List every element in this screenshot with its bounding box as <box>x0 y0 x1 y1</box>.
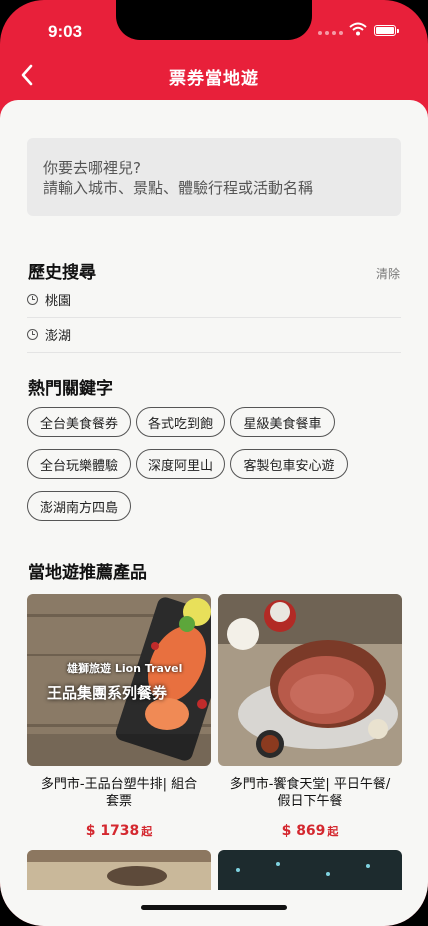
product-card-partial[interactable] <box>27 850 211 890</box>
keyword-tag[interactable]: 全台玩樂體驗 <box>27 449 131 479</box>
page-title: 票券當地遊 <box>169 69 259 89</box>
product-price: $ 1738 起 <box>27 823 211 839</box>
product-title-line: 多門市-王品台塑牛排| 組合 <box>40 777 198 792</box>
status-time: 9:03 <box>48 22 83 41</box>
price-value: $ 869 <box>281 823 326 839</box>
product-photo <box>218 594 402 766</box>
content-sheet: 你要去哪裡兒? 請輸入城市、景點、體驗行程或活動名稱 歷史搜尋 清除 桃園 澎湖… <box>0 100 428 926</box>
product-image <box>218 594 402 766</box>
product-image: 雄獅旅遊 Lion Travel 王品集團系列餐券 <box>27 594 211 766</box>
search-placeholder: 請輸入城市、景點、體驗行程或活動名稱 <box>43 179 314 197</box>
product-photo <box>27 594 211 766</box>
history-item-label: 桃園 <box>45 294 72 309</box>
product-price: $ 869 起 <box>218 823 402 839</box>
product-card-partial[interactable] <box>218 850 402 890</box>
product-card[interactable]: 多門市-饗食天堂| 平日午餐/ 假日下午餐 $ 869 起 <box>218 594 402 839</box>
price-unit: 起 <box>141 825 153 838</box>
history-item[interactable]: 桃園 <box>27 282 401 318</box>
product-title: 多門市-饗食天堂| 平日午餐/ 假日下午餐 <box>218 776 402 810</box>
keywords-title: 熱門關鍵字 <box>28 379 113 399</box>
product-title-line: 套票 <box>105 794 132 809</box>
product-image-caption: 王品集團系列餐券 <box>47 684 168 702</box>
home-indicator[interactable] <box>141 905 287 910</box>
product-title-line: 假日下午餐 <box>277 794 343 809</box>
search-input[interactable]: 你要去哪裡兒? 請輸入城市、景點、體驗行程或活動名稱 <box>27 138 401 216</box>
search-prompt: 你要去哪裡兒? <box>43 159 141 177</box>
battery-icon <box>374 25 399 36</box>
nav-bar: 票券當地遊 <box>0 56 428 96</box>
keyword-tag[interactable]: 各式吃到飽 <box>136 407 225 437</box>
notch <box>116 0 312 40</box>
price-value: $ 1738 <box>85 823 140 839</box>
clock-icon <box>27 294 38 305</box>
product-title: 多門市-王品台塑牛排| 組合 套票 <box>27 776 211 810</box>
clear-history-button[interactable]: 清除 <box>376 265 400 282</box>
keyword-tag[interactable]: 深度阿里山 <box>136 449 225 479</box>
product-photo <box>27 850 211 890</box>
keyword-tag[interactable]: 澎湖南方四島 <box>27 491 131 521</box>
product-card[interactable]: 雄獅旅遊 Lion Travel 王品集團系列餐券 多門市-王品台塑牛排| 組合… <box>27 594 211 839</box>
product-image-brand: 雄獅旅遊 Lion Travel <box>67 662 183 675</box>
wifi-icon <box>349 22 367 36</box>
recommend-title: 當地遊推薦產品 <box>28 563 147 583</box>
product-photo <box>218 850 402 890</box>
signal-icon <box>318 31 343 35</box>
product-title-line: 多門市-饗食天堂| 平日午餐/ <box>229 777 391 792</box>
price-unit: 起 <box>327 825 339 838</box>
history-title: 歷史搜尋 <box>28 263 96 283</box>
keyword-tag[interactable]: 星級美食餐車 <box>230 407 335 437</box>
phone-frame: 9:03 票券當地遊 你要去哪裡兒? 請輸入城市、景點、體驗行程或活動名稱 歷史… <box>0 0 428 926</box>
status-bar: 9:03 <box>0 0 428 50</box>
keyword-tag[interactable]: 客製包車安心遊 <box>230 449 348 479</box>
history-item[interactable]: 澎湖 <box>27 317 401 353</box>
clock-icon <box>27 329 38 340</box>
history-item-label: 澎湖 <box>45 329 72 344</box>
keyword-tag[interactable]: 全台美食餐券 <box>27 407 131 437</box>
